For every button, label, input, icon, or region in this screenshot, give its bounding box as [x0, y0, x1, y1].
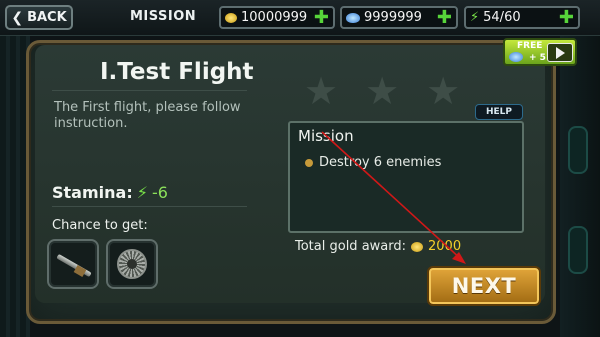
coin-icon — [411, 241, 424, 252]
gem-amount: 9999999 — [364, 10, 422, 25]
star-rating: ★ ★ ★ — [304, 72, 460, 110]
right-decoration — [560, 36, 600, 337]
free-bonus-label: + 5 — [529, 53, 546, 63]
gold-amount: 10000999 — [241, 10, 308, 25]
rifle-icon — [56, 253, 92, 278]
star-icon: ★ — [304, 69, 339, 113]
mission-objective: Destroy 6 enemies — [305, 155, 441, 170]
top-bar: ❮ BACK MISSION 10000999 ✚ 9999999 ✚ ⚡ 54… — [0, 0, 600, 36]
help-button[interactable]: HELP — [475, 104, 523, 120]
next-button[interactable]: NEXT — [427, 266, 541, 306]
gear-hole — [127, 259, 137, 269]
pipe-decoration — [568, 126, 588, 174]
coin-icon — [225, 12, 237, 23]
reward-slot-gear[interactable] — [106, 239, 158, 289]
stamina-cost: Stamina: ⚡ -6 — [52, 183, 168, 202]
pipe-decoration — [568, 226, 588, 274]
level-description: The First flight, please follow instruct… — [54, 100, 241, 131]
mission-heading: Mission — [298, 127, 354, 145]
gem-counter: 9999999 ✚ — [340, 6, 458, 29]
gold-award-amount: 2000 — [428, 239, 462, 254]
level-title: I.Test Flight — [100, 59, 254, 85]
back-label: BACK — [27, 10, 67, 25]
chevron-left-icon: ❮ — [11, 9, 24, 26]
free-video-button[interactable]: FREE + 5 — [503, 38, 577, 66]
gem-icon — [509, 52, 523, 62]
reward-slot-rifle[interactable] — [47, 239, 99, 289]
play-icon — [556, 47, 565, 59]
star-icon: ★ — [426, 69, 461, 113]
gold-counter: 10000999 ✚ — [219, 6, 335, 29]
rifle-stock — [73, 265, 87, 277]
stamina-label: Stamina: — [52, 183, 133, 202]
stamina-amount: 54/60 — [483, 10, 521, 25]
star-icon: ★ — [365, 69, 400, 113]
stamina-bolt-icon: ⚡ — [470, 10, 480, 25]
divider — [52, 90, 247, 91]
gold-award: Total gold award: 2000 — [295, 239, 461, 254]
back-button[interactable]: ❮ BACK — [5, 5, 73, 30]
add-gem-button[interactable]: ✚ — [437, 8, 452, 27]
stamina-bolt-icon: ⚡ — [136, 183, 148, 202]
stamina-counter: ⚡ 54/60 ✚ — [464, 6, 580, 29]
add-stamina-button[interactable]: ✚ — [559, 8, 574, 27]
bullet-icon — [305, 158, 313, 167]
gem-icon — [346, 12, 360, 23]
gold-award-label: Total gold award: — [295, 239, 407, 254]
screen-title: MISSION — [130, 9, 197, 24]
mission-objective-text: Destroy 6 enemies — [319, 155, 442, 170]
add-gold-button[interactable]: ✚ — [314, 8, 329, 27]
reward-label: Chance to get: — [52, 218, 148, 233]
stamina-cost-value: -6 — [151, 183, 168, 202]
divider — [52, 206, 247, 207]
free-label: FREE — [517, 41, 543, 51]
